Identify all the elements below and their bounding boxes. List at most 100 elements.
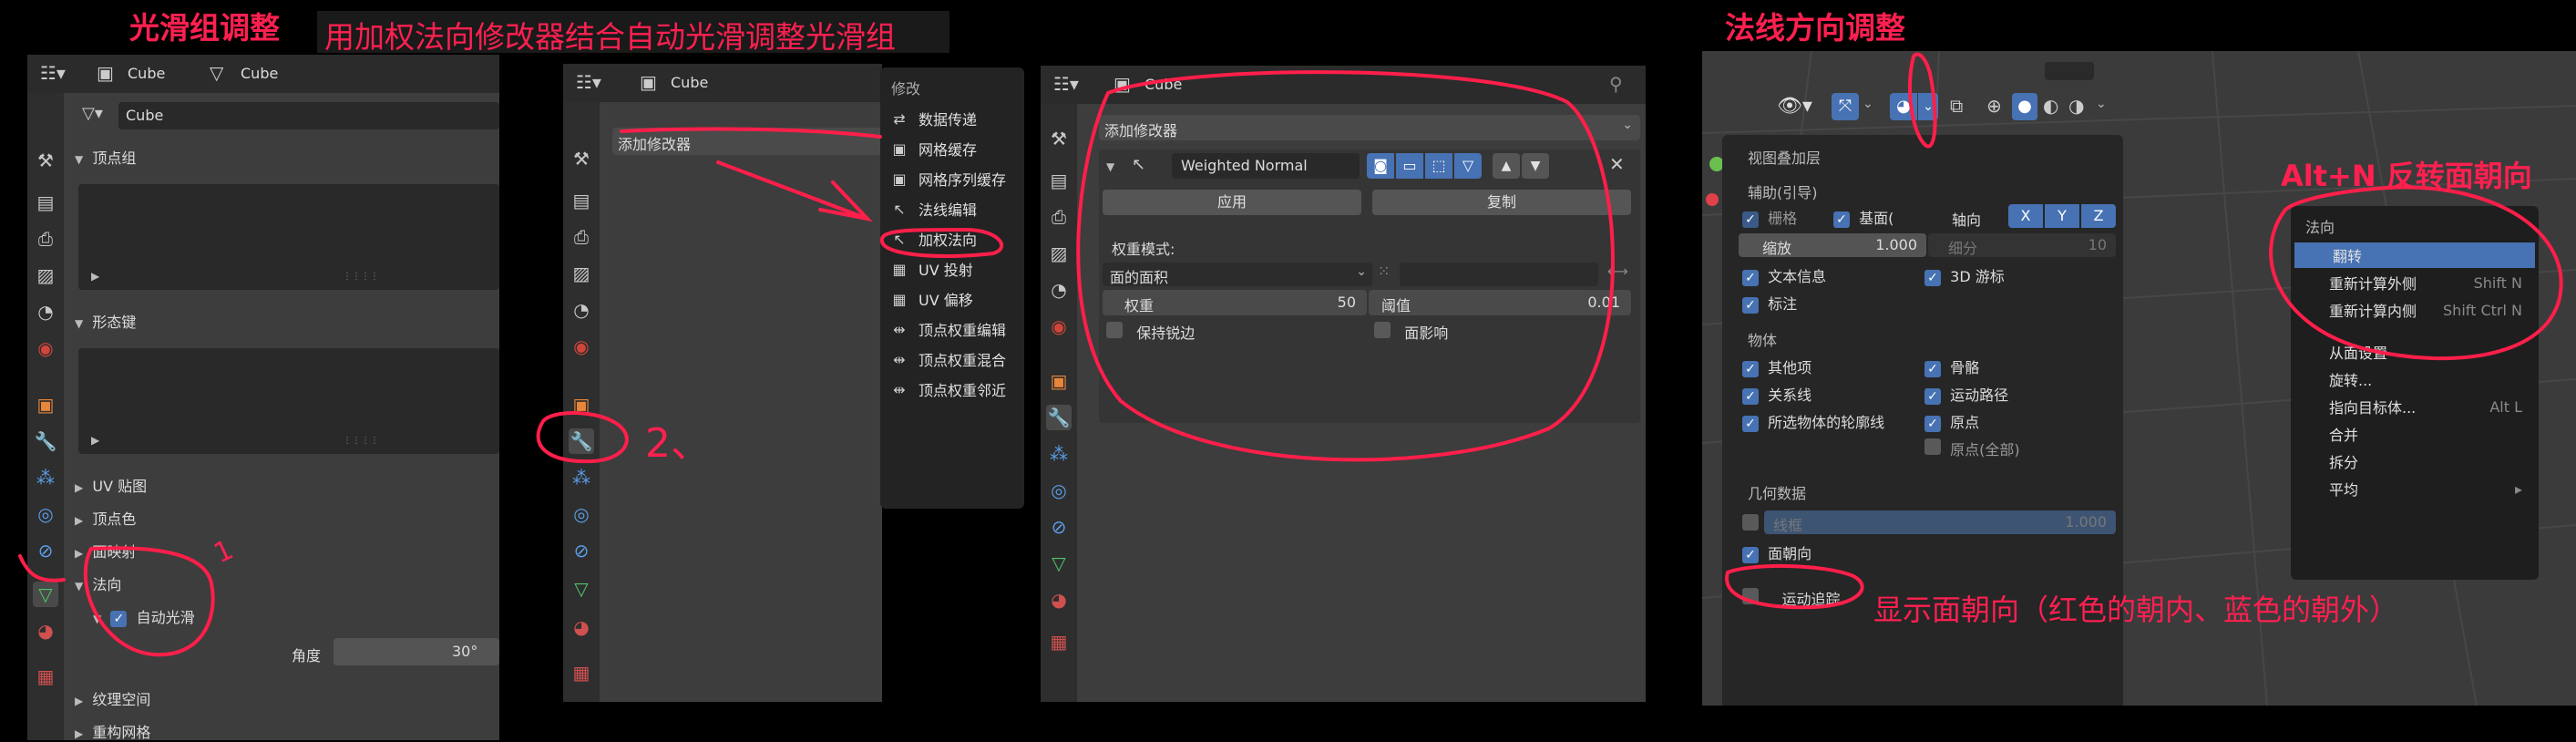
particles-tab-icon[interactable]: ⁂ [1046, 441, 1072, 467]
wireframe-row[interactable]: 线框 1.000 [1742, 510, 2116, 534]
keep-sharp-row[interactable]: 保持锐边 [1106, 321, 1195, 343]
axis-x-toggle[interactable]: X [2008, 204, 2043, 228]
text-info-row[interactable]: ✓ 文本信息 [1742, 264, 1826, 286]
motion-tracking-row[interactable]: 运动追踪 [1742, 587, 1840, 609]
close-icon[interactable]: ✕ [1609, 153, 1625, 175]
keep-sharp-checkbox[interactable] [1106, 322, 1123, 338]
section-uv-maps[interactable]: ▶ UV 贴图 [75, 474, 147, 496]
modifier-tab-icon[interactable]: 🔧 [569, 428, 594, 454]
overlay-chevron-down-icon[interactable]: ⌄ [1918, 93, 1938, 120]
origins-all-row[interactable]: 原点(全部) [1924, 438, 2020, 459]
constraints-tab-icon[interactable]: ⊘ [1046, 514, 1072, 540]
normals-menu-item[interactable]: 指向目标体... Alt L [2291, 394, 2539, 419]
output-tab-icon[interactable]: ⎙ [1046, 204, 1072, 230]
annotations-checkbox[interactable]: ✓ [1742, 297, 1759, 314]
object-tab-icon[interactable]: ▣ [33, 392, 58, 417]
modifier-menu-item[interactable]: ⇄ 数据传递 [884, 104, 1021, 133]
modifier-menu-item[interactable]: ⇹ 顶点权重编辑 [884, 314, 1021, 344]
motion-tracking-checkbox[interactable] [1742, 588, 1759, 604]
vertex-groups-list[interactable]: ▶ ⋮⋮⋮⋮ [78, 184, 499, 290]
axis-z-toggle[interactable]: Z [2081, 204, 2116, 228]
mesh-data-tab-icon[interactable]: ▽ [569, 576, 594, 602]
scene-tab-icon[interactable]: ◔ [1046, 277, 1072, 303]
constraints-tab-icon[interactable]: ⊘ [569, 538, 594, 563]
face-orientation-row[interactable]: ✓ 面朝向 [1742, 541, 1811, 563]
section-face-maps[interactable]: ▶ 面映射 [75, 540, 136, 562]
editor-type-icon[interactable]: ☷▾ [1053, 73, 1079, 95]
constraints-tab-icon[interactable]: ⊘ [33, 538, 58, 563]
modifier-menu-item[interactable]: ▣ 网格序列缓存 [884, 164, 1021, 193]
section-shape-keys[interactable]: ▼ 形态键 [75, 310, 136, 332]
section-normals[interactable]: ▼ 法向 [75, 572, 121, 594]
material-tab-icon[interactable]: ◕ [569, 614, 594, 640]
material-tab-icon[interactable]: ◕ [33, 618, 58, 644]
mesh-browse-icon[interactable]: ▽▾ [82, 104, 103, 123]
scale-field[interactable]: 缩放 1.000 [1739, 233, 1926, 257]
origins-all-checkbox[interactable] [1924, 438, 1941, 455]
render-tab-icon[interactable]: ▤ [33, 190, 58, 215]
particles-tab-icon[interactable]: ⁂ [569, 465, 594, 490]
section-texture-space[interactable]: ▶ 纹理空间 [75, 687, 150, 709]
shading-material-icon[interactable]: ◐ [2043, 95, 2058, 117]
add-modifier-button[interactable]: 添加修改器 [612, 128, 882, 155]
section-vertex-colors[interactable]: ▶ 顶点色 [75, 507, 136, 529]
motion-paths-row[interactable]: ✓ 运动路径 [1924, 383, 2008, 405]
material-tab-icon[interactable]: ◕ [1046, 587, 1072, 613]
modifier-name-field[interactable]: Weighted Normal [1172, 153, 1360, 179]
scene-tab-icon[interactable]: ◔ [33, 299, 58, 325]
texture-tab-icon[interactable]: ▦ [1046, 629, 1072, 654]
mesh-name-field[interactable]: Cube [118, 102, 499, 129]
mesh-data-tab-icon[interactable]: ▽ [1046, 551, 1072, 576]
move-down-icon[interactable]: ▼ [1522, 153, 1549, 179]
modifier-menu-item[interactable]: ▦ UV 投射 [884, 254, 1021, 283]
section-vertex-groups[interactable]: ▼ 顶点组 [75, 146, 136, 168]
modifier-menu-item[interactable]: ↖ 加权法向 [884, 224, 1021, 253]
normals-menu-item[interactable]: 旋转... [2291, 366, 2539, 392]
threshold-field[interactable]: 阈值 0.01 [1369, 290, 1631, 315]
object-tab-icon[interactable]: ▣ [569, 392, 594, 417]
extras-checkbox[interactable]: ✓ [1742, 361, 1759, 377]
section-remesh[interactable]: ▶ 重构网格 [75, 720, 150, 742]
modifier-menu-item[interactable]: ▣ 网格缓存 [884, 134, 1021, 163]
invert-arrows-icon[interactable]: ⟷ [1607, 263, 1628, 280]
auto-smooth-checkbox[interactable]: ✓ [110, 611, 128, 627]
output-tab-icon[interactable]: ⎙ [569, 224, 594, 250]
outline-selected-row[interactable]: ✓ 所选物体的轮廓线 [1742, 410, 1884, 432]
bones-row[interactable]: ✓ 骨骼 [1924, 356, 1979, 377]
editor-type-icon[interactable]: ☷▾ [40, 62, 66, 84]
grid-checkbox[interactable]: ✓ [1742, 211, 1759, 228]
relations-checkbox[interactable]: ✓ [1742, 388, 1759, 405]
object-tab-icon[interactable]: ▣ [1046, 368, 1072, 394]
show-in-editmode-icon[interactable]: ⬚ [1425, 153, 1452, 179]
add-modifier-dropdown[interactable]: 添加修改器 ⌄ [1099, 115, 1640, 140]
mesh-data-tab-icon[interactable]: ▽ [33, 582, 58, 607]
collapse-triangle[interactable]: ▼ [1106, 160, 1114, 173]
overlay-toggle-icon[interactable]: ◕ [1890, 93, 1917, 120]
view-layer-tab-icon[interactable]: ▨ [1046, 241, 1072, 266]
normals-menu-item[interactable]: 重新计算外侧 Shift N [2291, 270, 2539, 295]
move-up-icon[interactable]: ▲ [1493, 153, 1520, 179]
view-layer-tab-icon[interactable]: ▨ [569, 261, 594, 286]
modifier-menu-item[interactable]: ⇹ 顶点权重邻近 [884, 375, 1021, 404]
render-tab-icon[interactable]: ▤ [569, 188, 594, 213]
gizmo-toggle-icon[interactable]: ⤧ [1832, 93, 1859, 120]
physics-tab-icon[interactable]: ◎ [33, 501, 58, 527]
texture-tab-icon[interactable]: ▦ [33, 664, 58, 689]
axis-y-toggle[interactable]: Y [2045, 204, 2079, 228]
visibility-eye-icon[interactable]: 👁▾ [1777, 95, 1812, 118]
normals-menu-item[interactable]: 拆分 [2291, 448, 2539, 474]
physics-tab-icon[interactable]: ◎ [569, 501, 594, 527]
tool-tab-icon[interactable]: ⚒ [33, 148, 58, 173]
auto-smooth-row[interactable]: ▼ ✓ 自动光滑 [93, 605, 195, 627]
particles-tab-icon[interactable]: ⁂ [33, 465, 58, 490]
texture-tab-icon[interactable]: ▦ [569, 660, 594, 685]
modifier-menu-item[interactable]: ⇹ 顶点权重混合 [884, 345, 1021, 374]
shading-rendered-icon[interactable]: ◑ [2068, 95, 2084, 117]
modifier-menu-item[interactable]: ▦ UV 偏移 [884, 284, 1021, 314]
origins-checkbox[interactable]: ✓ [1924, 416, 1941, 432]
shading-chevron-down-icon[interactable]: ⌄ [2096, 97, 2107, 111]
weight-field[interactable]: 权重 50 [1103, 290, 1367, 315]
annotations-row[interactable]: ✓ 标注 [1742, 292, 1797, 314]
floor-checkbox[interactable]: ✓ [1833, 211, 1850, 228]
editor-type-icon[interactable]: ☷▾ [576, 71, 601, 93]
